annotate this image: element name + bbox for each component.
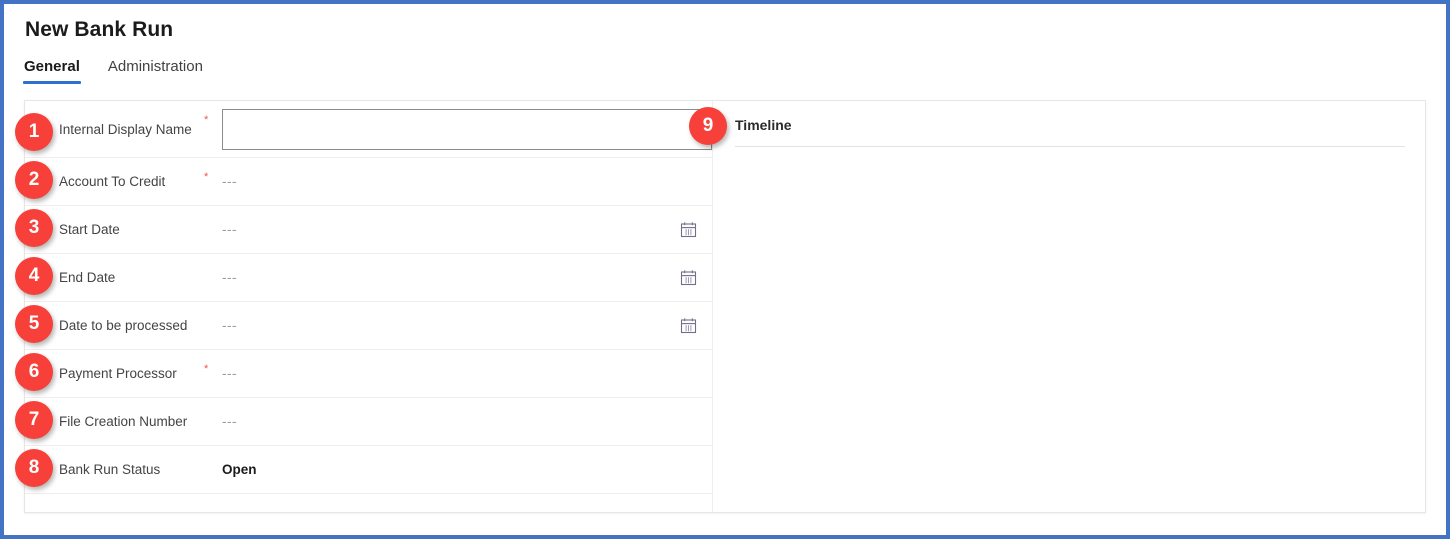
field-value-file-creation-number[interactable]: --- <box>222 414 712 429</box>
tab-general[interactable]: General <box>23 58 81 84</box>
required-indicator-payment-processor: * <box>204 364 222 374</box>
end-date-value: --- <box>222 270 237 285</box>
callout-badge-7: 7 <box>15 401 53 439</box>
callout-badge-6: 6 <box>15 353 53 391</box>
form-body: Internal Display Name * Account To Credi… <box>24 100 1426 513</box>
required-indicator-internal-display-name: * <box>204 115 222 125</box>
tab-strip: General Administration <box>23 58 204 84</box>
form-column: Internal Display Name * Account To Credi… <box>25 101 713 512</box>
field-label-file-creation-number: File Creation Number <box>59 413 204 430</box>
page-title: New Bank Run <box>25 18 173 42</box>
field-label-payment-processor: Payment Processor <box>59 365 204 382</box>
required-indicator-account-to-credit: * <box>204 172 222 182</box>
field-value-date-to-be-processed[interactable]: --- <box>222 318 712 333</box>
field-label-start-date: Start Date <box>59 221 204 238</box>
field-row-account-to-credit: Account To Credit * --- <box>25 158 712 206</box>
field-value-internal-display-name <box>222 109 712 150</box>
field-row-file-creation-number: File Creation Number --- <box>25 398 712 446</box>
calendar-icon[interactable] <box>678 268 698 288</box>
file-creation-number-value: --- <box>222 414 237 429</box>
field-label-end-date: End Date <box>59 269 204 286</box>
calendar-icon[interactable] <box>678 316 698 336</box>
start-date-value: --- <box>222 222 237 237</box>
callout-badge-4: 4 <box>15 257 53 295</box>
field-label-date-to-be-processed: Date to be processed <box>59 317 204 334</box>
field-row-payment-processor: Payment Processor * --- <box>25 350 712 398</box>
callout-badge-2: 2 <box>15 161 53 199</box>
field-value-account-to-credit[interactable]: --- <box>222 174 712 189</box>
field-row-end-date: End Date --- <box>25 254 712 302</box>
internal-display-name-input[interactable] <box>222 109 712 150</box>
field-label-internal-display-name: Internal Display Name <box>59 121 204 138</box>
field-row-date-to-be-processed: Date to be processed --- <box>25 302 712 350</box>
field-value-payment-processor[interactable]: --- <box>222 366 712 381</box>
app-window: New Bank Run General Administration Inte… <box>0 0 1450 539</box>
account-to-credit-value: --- <box>222 174 237 189</box>
field-row-bank-run-status: Bank Run Status Open <box>25 446 712 494</box>
callout-badge-3: 3 <box>15 209 53 247</box>
callout-badge-9: 9 <box>689 107 727 145</box>
callout-badge-1: 1 <box>15 113 53 151</box>
date-to-be-processed-value: --- <box>222 318 237 333</box>
timeline-title: Timeline <box>735 117 1405 147</box>
callout-badge-5: 5 <box>15 305 53 343</box>
calendar-icon[interactable] <box>678 220 698 240</box>
timeline-panel: Timeline <box>713 101 1425 512</box>
tab-administration[interactable]: Administration <box>107 58 204 84</box>
field-value-end-date[interactable]: --- <box>222 270 712 285</box>
field-row-start-date: Start Date --- <box>25 206 712 254</box>
payment-processor-value: --- <box>222 366 237 381</box>
field-row-internal-display-name: Internal Display Name * <box>25 101 712 158</box>
field-value-start-date[interactable]: --- <box>222 222 712 237</box>
field-label-bank-run-status: Bank Run Status <box>59 461 204 478</box>
bank-run-status-value: Open <box>222 462 257 477</box>
field-label-account-to-credit: Account To Credit <box>59 173 204 190</box>
callout-badge-8: 8 <box>15 449 53 487</box>
field-value-bank-run-status: Open <box>222 462 712 477</box>
